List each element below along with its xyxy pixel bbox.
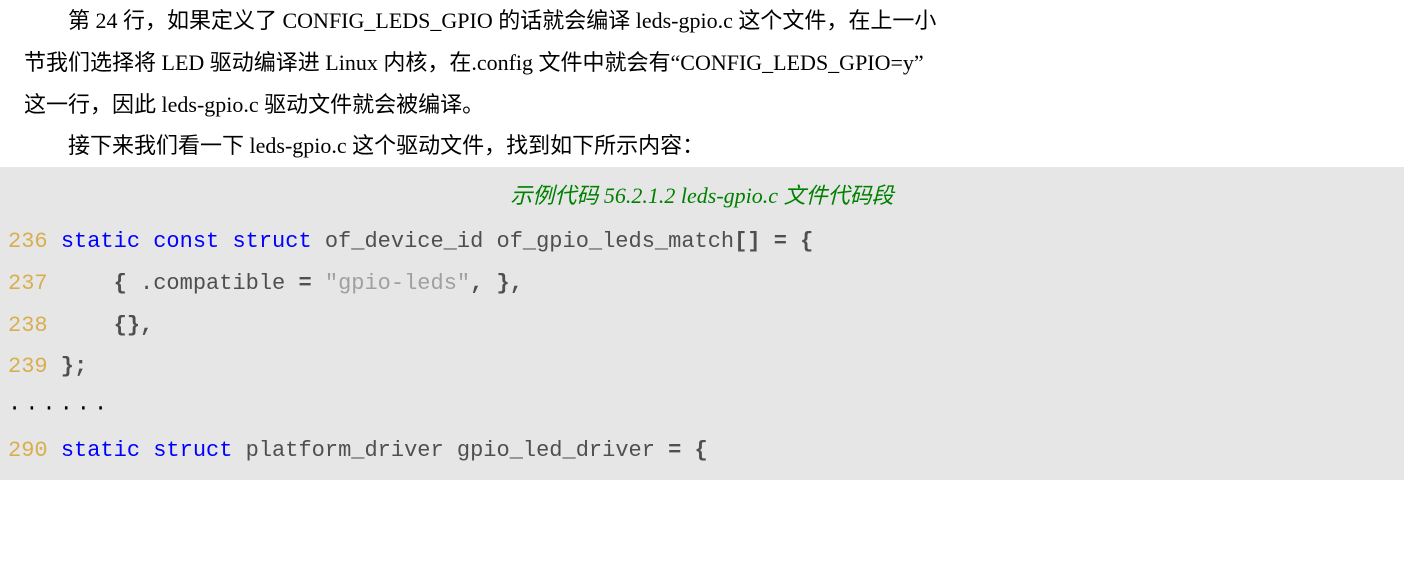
line-number: 238 bbox=[8, 313, 48, 338]
code-line-239: 239 }; bbox=[0, 346, 1404, 388]
text: 这一行，因此 leds-gpio.c 驱动文件就会被编译。 bbox=[24, 92, 484, 117]
bracket: = { bbox=[668, 438, 708, 463]
text: 节我们选择将 LED 驱动编译进 Linux 内核，在.config 文件中就会… bbox=[24, 50, 924, 75]
bracket-open: { bbox=[114, 271, 140, 296]
identifier: of_device_id of_gpio_leds_match bbox=[312, 229, 734, 254]
keyword: static const struct bbox=[61, 229, 312, 254]
identifier: platform_driver gpio_led_driver bbox=[232, 438, 668, 463]
member: .compatible bbox=[140, 271, 298, 296]
line-number: 239 bbox=[8, 354, 48, 379]
close-brace: }; bbox=[48, 354, 88, 379]
bracket: [] = { bbox=[734, 229, 813, 254]
code-line-237: 237 { .compatible = "gpio-leds", }, bbox=[0, 263, 1404, 305]
line-number: 237 bbox=[8, 271, 48, 296]
text: 接下来我们看一下 leds-gpio.c 这个驱动文件，找到如下所示内容： bbox=[68, 133, 704, 158]
paragraph-2: 接下来我们看一下 leds-gpio.c 这个驱动文件，找到如下所示内容： bbox=[24, 125, 1380, 167]
code-line-238: 238 {}, bbox=[0, 305, 1404, 347]
line-number: 236 bbox=[8, 229, 48, 254]
ellipsis: ······ bbox=[0, 388, 1404, 430]
string-literal: "gpio-leds" bbox=[325, 271, 470, 296]
paragraph-1: 第 24 行，如果定义了 CONFIG_LEDS_GPIO 的话就会编译 led… bbox=[24, 0, 1380, 42]
keyword: static struct bbox=[61, 438, 233, 463]
prose-block: 第 24 行，如果定义了 CONFIG_LEDS_GPIO 的话就会编译 led… bbox=[0, 0, 1404, 167]
code-line-290: 290 static struct platform_driver gpio_l… bbox=[0, 430, 1404, 472]
indent bbox=[48, 271, 114, 296]
code-line-236: 236 static const struct of_device_id of_… bbox=[0, 221, 1404, 263]
text: 第 24 行，如果定义了 CONFIG_LEDS_GPIO 的话就会编译 led… bbox=[68, 8, 936, 33]
line-number: 290 bbox=[8, 438, 48, 463]
code-block: 示例代码 56.2.1.2 leds-gpio.c 文件代码段 236 stat… bbox=[0, 167, 1404, 480]
paragraph-1-cont: 节我们选择将 LED 驱动编译进 Linux 内核，在.config 文件中就会… bbox=[24, 42, 1380, 84]
code-title: 示例代码 56.2.1.2 leds-gpio.c 文件代码段 bbox=[0, 175, 1404, 217]
bracket-close: , }, bbox=[470, 271, 523, 296]
equals: = bbox=[298, 271, 324, 296]
paragraph-1-cont2: 这一行，因此 leds-gpio.c 驱动文件就会被编译。 bbox=[24, 84, 1380, 126]
empty-braces: {}, bbox=[114, 313, 154, 338]
indent bbox=[48, 313, 114, 338]
